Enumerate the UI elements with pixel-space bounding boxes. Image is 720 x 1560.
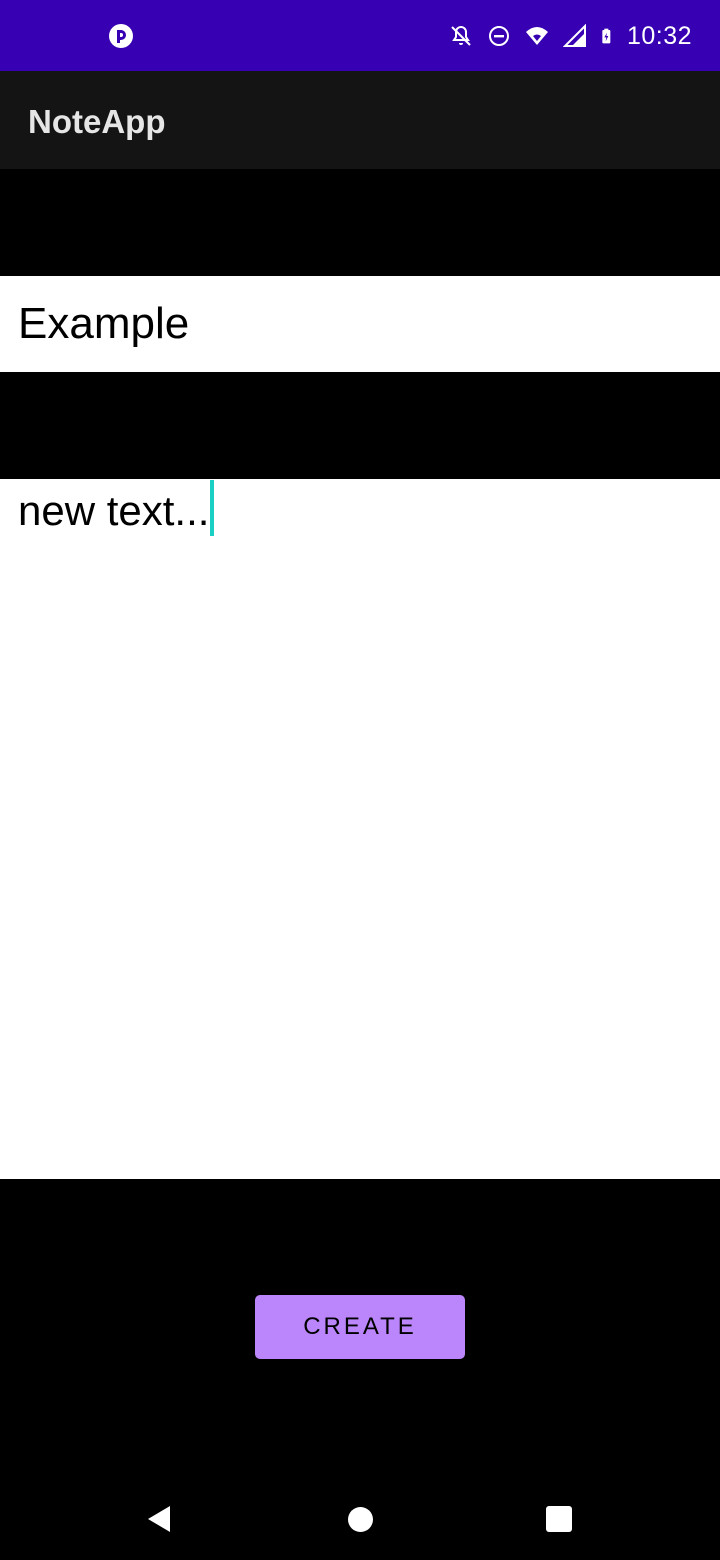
status-icons: 10:32 [449, 20, 692, 52]
back-icon[interactable] [146, 1504, 172, 1534]
note-title-input[interactable] [0, 276, 720, 372]
app-bar: NoteApp [0, 71, 720, 169]
create-button[interactable]: CREATE [255, 1295, 465, 1359]
notifications-off-icon [451, 25, 471, 46]
battery-charging-icon [602, 28, 611, 44]
signal-icon [562, 24, 586, 47]
do-not-disturb-icon [488, 26, 509, 46]
text-cursor [210, 480, 215, 536]
navigation-bar [0, 1480, 720, 1560]
recents-icon[interactable] [546, 1506, 572, 1532]
app-title: NoteApp [28, 103, 166, 140]
app-notification-icon [109, 24, 133, 48]
status-time: 10:32 [626, 22, 692, 50]
status-bar: 10:32 [0, 0, 720, 71]
note-body-text: new text... [18, 487, 210, 534]
home-icon[interactable] [348, 1507, 373, 1532]
note-body-input[interactable]: new text... [0, 479, 720, 1179]
wifi-icon [525, 27, 548, 45]
